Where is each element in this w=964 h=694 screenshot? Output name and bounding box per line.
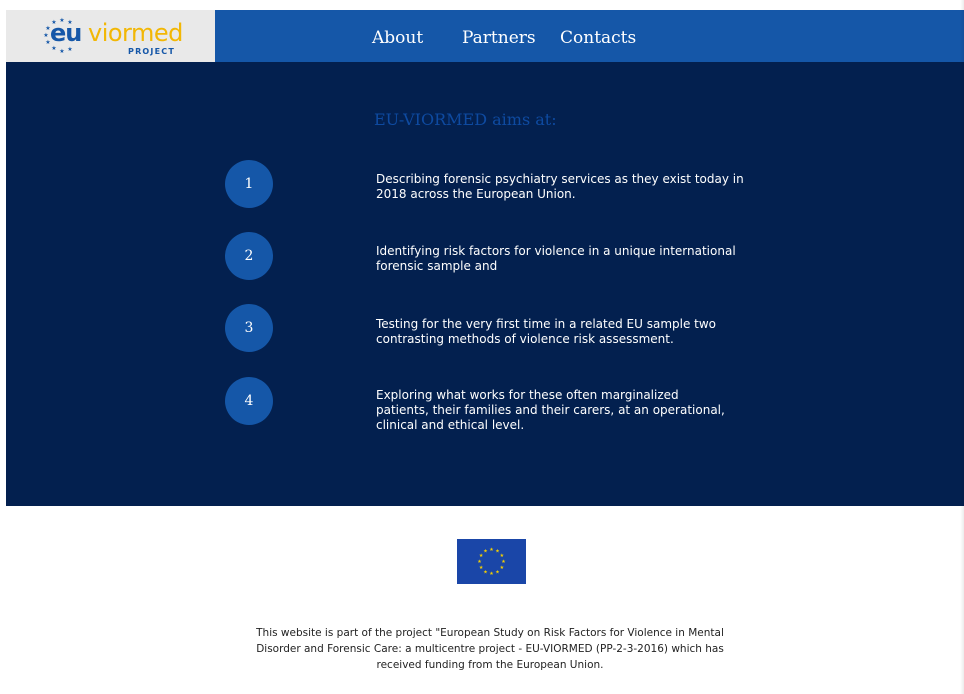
aims-title: EU-VIORMED aims at:	[374, 110, 557, 129]
aim-number-3: 3	[225, 304, 273, 352]
svg-text:★: ★	[489, 571, 494, 577]
aim-number-1: 1	[225, 160, 273, 208]
svg-text:★: ★	[477, 559, 482, 565]
aims-section: EU-VIORMED aims at: 1 Describing forensi…	[6, 62, 964, 506]
aim-number-4: 4	[225, 377, 273, 425]
svg-text:★: ★	[479, 565, 484, 571]
logo-viormed-text: viormed	[88, 19, 183, 47]
svg-text:★: ★	[43, 32, 48, 39]
page-edge-shadow	[960, 0, 964, 694]
logo[interactable]: ★ ★ ★ ★ ★ ★ ★ ★ ★ eu viormed PROJECT	[6, 10, 215, 62]
footer-disclaimer: This website is part of the project "Eur…	[256, 627, 724, 671]
page: ★ ★ ★ ★ ★ ★ ★ ★ ★ eu viormed PROJECT Abo…	[0, 0, 964, 694]
logo-project-text: PROJECT	[128, 47, 175, 56]
svg-text:★: ★	[500, 565, 505, 571]
aim-number-2: 2	[225, 232, 273, 280]
svg-text:★: ★	[483, 549, 488, 555]
svg-text:★: ★	[67, 46, 72, 53]
aim-text-2: Identifying risk factors for violence in…	[376, 244, 736, 273]
aim-text-3: Testing for the very first time in a rel…	[376, 317, 717, 346]
svg-text:★: ★	[489, 547, 494, 553]
aim-text-4: Exploring what works for these often mar…	[376, 388, 725, 432]
aim-text-1: Describing forensic psychiatry services …	[376, 172, 744, 201]
logo-eu-text: eu	[50, 19, 82, 47]
svg-text:★: ★	[483, 569, 488, 575]
eu-flag-icon: ★ ★ ★ ★ ★ ★ ★ ★ ★ ★ ★ ★	[457, 539, 526, 584]
site-header: ★ ★ ★ ★ ★ ★ ★ ★ ★ eu viormed PROJECT Abo…	[6, 10, 964, 62]
svg-text:★: ★	[59, 48, 64, 55]
nav-partners[interactable]: Partners	[462, 28, 536, 48]
nav-about[interactable]: About	[372, 28, 423, 48]
nav-contacts[interactable]: Contacts	[560, 28, 636, 48]
svg-text:★: ★	[495, 569, 500, 575]
